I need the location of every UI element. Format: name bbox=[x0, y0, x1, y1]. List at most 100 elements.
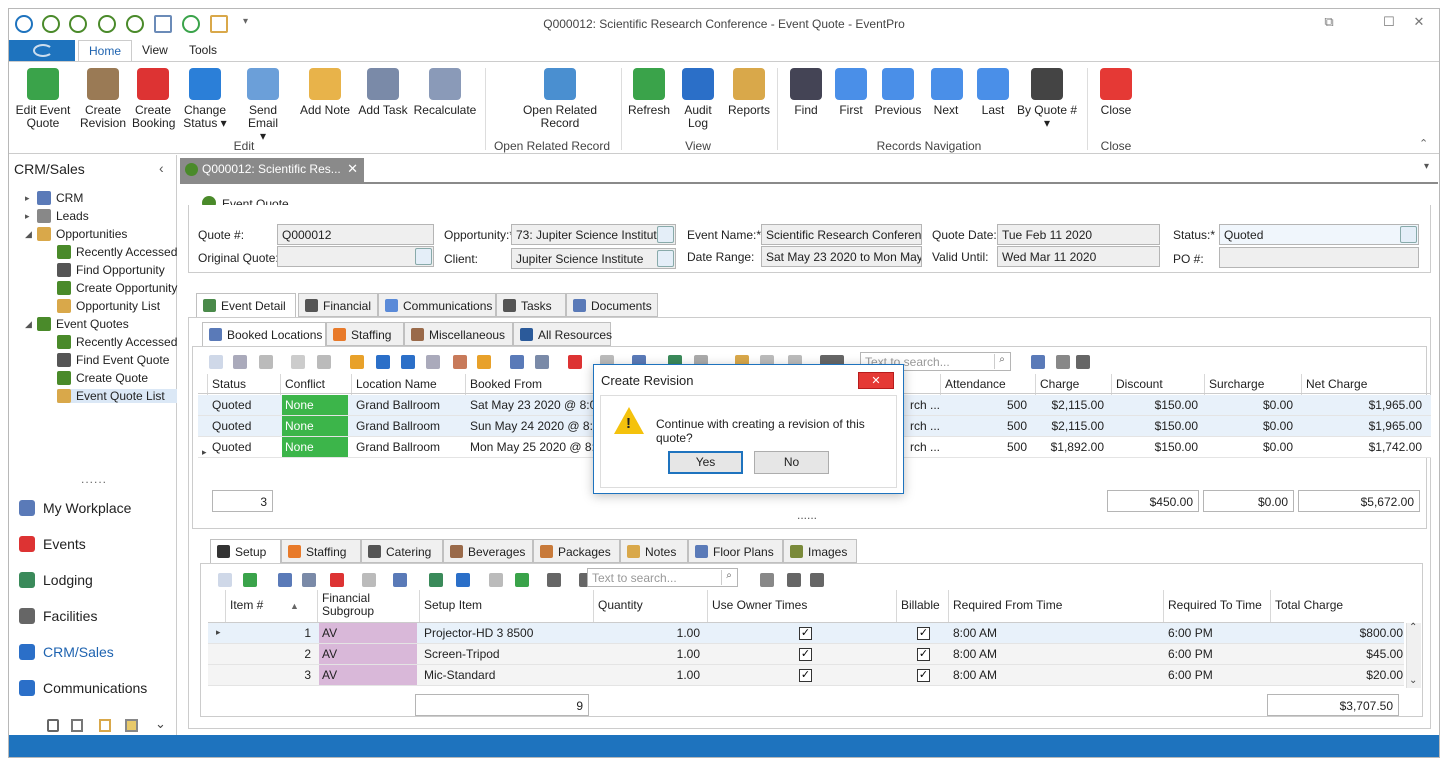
toolbar-icon[interactable] bbox=[362, 573, 376, 587]
toolbar-icon[interactable] bbox=[302, 573, 316, 587]
lookup-icon[interactable] bbox=[415, 248, 432, 265]
valid-until-field[interactable]: Wed Mar 11 2020 bbox=[997, 246, 1160, 267]
restore-icon[interactable]: ⧉ bbox=[1319, 14, 1339, 32]
lookup-icon[interactable] bbox=[657, 250, 674, 267]
edit-event-button[interactable]: Edit Event Quote bbox=[15, 68, 71, 130]
no-button[interactable]: No bbox=[754, 451, 829, 474]
next-button[interactable]: Next bbox=[931, 68, 963, 117]
toolbar-icon[interactable] bbox=[291, 355, 305, 369]
sort-ascending-icon[interactable]: ▲ bbox=[290, 601, 299, 611]
toolbar-icon[interactable] bbox=[787, 573, 801, 587]
tab-tools[interactable]: Tools bbox=[189, 43, 217, 57]
document-tab[interactable]: Q000012: Scientific Res... ✕ bbox=[180, 158, 364, 182]
close-button[interactable]: Close bbox=[1099, 68, 1133, 117]
maximize-icon[interactable]: ☐ bbox=[1379, 14, 1399, 32]
toolbar-icon[interactable] bbox=[535, 355, 549, 369]
tree-item[interactable]: Create Opportunity bbox=[57, 281, 177, 295]
column-header[interactable]: Attendance bbox=[945, 378, 1006, 391]
column-header[interactable]: Status bbox=[212, 378, 246, 391]
date-range-field[interactable]: Sat May 23 2020 to Mon May 25 bbox=[761, 246, 922, 267]
first-button[interactable]: First bbox=[832, 68, 870, 117]
checkbox-billable[interactable]: ✓ bbox=[917, 627, 930, 640]
find-button[interactable]: Find bbox=[787, 68, 825, 117]
search-icon[interactable]: ⌕ bbox=[721, 570, 736, 585]
tree-expand-icon[interactable]: ◢ bbox=[25, 319, 32, 330]
original-quote-field[interactable] bbox=[277, 246, 434, 267]
toolbar-icon[interactable] bbox=[218, 573, 232, 587]
toolbar-icon[interactable] bbox=[426, 355, 440, 369]
setup-search-input[interactable]: Text to search... ⌕ bbox=[587, 568, 738, 587]
contacts-icon[interactable] bbox=[125, 719, 138, 732]
toolbar-icon[interactable] bbox=[515, 573, 529, 587]
toolbar-icon[interactable] bbox=[259, 355, 273, 369]
tab-floor-plans[interactable]: Floor Plans bbox=[688, 539, 783, 563]
tab-staffing[interactable]: Staffing bbox=[281, 539, 361, 563]
column-header[interactable]: Quantity bbox=[598, 599, 643, 612]
tab-all-resources[interactable]: All Resources bbox=[513, 322, 612, 346]
tab-tasks[interactable]: Tasks bbox=[496, 293, 566, 317]
column-header[interactable]: Conflict bbox=[285, 378, 325, 391]
toolbar-icon[interactable] bbox=[568, 355, 582, 369]
tab-documents[interactable]: Documents bbox=[566, 293, 658, 317]
client-field[interactable]: Jupiter Science Institute bbox=[511, 248, 676, 269]
close-window-icon[interactable]: ✕ bbox=[1409, 14, 1429, 32]
checkbox-billable[interactable]: ✓ bbox=[917, 669, 930, 682]
calculator-icon[interactable] bbox=[71, 719, 83, 732]
yes-button[interactable]: Yes bbox=[668, 451, 743, 474]
column-header[interactable]: Location Name bbox=[356, 378, 437, 391]
toolbar-icon[interactable] bbox=[477, 355, 491, 369]
tree-item[interactable]: Leads bbox=[37, 209, 89, 223]
tasks-icon[interactable] bbox=[47, 719, 59, 732]
tab-staffing[interactable]: Staffing bbox=[326, 322, 404, 346]
column-header[interactable]: Booked From bbox=[470, 378, 542, 391]
change-button[interactable]: Change Status ▾ bbox=[182, 68, 228, 130]
tab-financial[interactable]: Financial bbox=[298, 293, 378, 317]
module-communications[interactable]: Communications bbox=[19, 680, 147, 696]
status-field[interactable]: Quoted bbox=[1219, 224, 1419, 245]
po-field[interactable] bbox=[1219, 247, 1419, 268]
tree-item[interactable]: Find Event Quote bbox=[57, 353, 169, 367]
tab-miscellaneous[interactable]: Miscellaneous bbox=[404, 322, 513, 346]
quote-number-field[interactable]: Q000012 bbox=[277, 224, 434, 245]
column-header[interactable]: Surcharge bbox=[1209, 378, 1264, 391]
toolbar-icon[interactable] bbox=[209, 355, 223, 369]
tab-notes[interactable]: Notes bbox=[620, 539, 688, 563]
tab-communications[interactable]: Communications bbox=[378, 293, 496, 317]
column-header[interactable]: Net Charge bbox=[1306, 378, 1367, 391]
toolbar-icon[interactable] bbox=[810, 573, 824, 587]
more-modules-icon[interactable]: ⌄ bbox=[155, 716, 166, 732]
column-header[interactable]: Required From Time bbox=[953, 599, 1062, 612]
toolbar-icon[interactable] bbox=[1056, 355, 1070, 369]
module-facilities[interactable]: Facilities bbox=[19, 608, 97, 624]
tree-item[interactable]: Opportunities bbox=[37, 227, 127, 241]
column-header[interactable]: Discount bbox=[1116, 378, 1163, 391]
tab-packages[interactable]: Packages bbox=[533, 539, 620, 563]
column-header[interactable]: Total Charge bbox=[1275, 599, 1343, 612]
checkbox-owner[interactable]: ✓ bbox=[799, 627, 812, 640]
setup-scrollbar[interactable]: ⌃ ⌄ bbox=[1406, 622, 1421, 688]
last-button[interactable]: Last bbox=[976, 68, 1010, 117]
toolbar-icon[interactable] bbox=[401, 355, 415, 369]
file-menu-button[interactable] bbox=[9, 40, 75, 61]
toolbar-icon[interactable] bbox=[547, 573, 561, 587]
collapse-ribbon-icon[interactable]: ⌃ bbox=[1419, 137, 1428, 150]
create-button[interactable]: Create Booking bbox=[132, 68, 175, 130]
tab-images[interactable]: Images bbox=[783, 539, 857, 563]
toolbar-icon[interactable] bbox=[453, 355, 467, 369]
collapse-nav-icon[interactable]: ‹ bbox=[159, 160, 164, 176]
tree-item[interactable]: Event Quotes bbox=[37, 317, 129, 331]
tree-item[interactable]: CRM bbox=[37, 191, 83, 205]
tree-item[interactable]: Event Quote List bbox=[57, 389, 177, 403]
lookup-icon[interactable] bbox=[657, 226, 674, 243]
toolbar-icon[interactable] bbox=[278, 573, 292, 587]
open-related-button[interactable]: Open Related Record bbox=[517, 68, 603, 130]
module-my-workplace[interactable]: My Workplace bbox=[19, 500, 131, 516]
tree-expand-icon[interactable]: ◢ bbox=[25, 229, 32, 240]
module-events[interactable]: Events bbox=[19, 536, 86, 552]
checkbox-owner[interactable]: ✓ bbox=[799, 669, 812, 682]
tree-item[interactable]: Opportunity List bbox=[57, 299, 160, 313]
toolbar-icon[interactable] bbox=[317, 355, 331, 369]
notes-icon[interactable] bbox=[99, 719, 111, 732]
tab-home[interactable]: Home bbox=[78, 40, 133, 62]
checkbox-billable[interactable]: ✓ bbox=[917, 648, 930, 661]
